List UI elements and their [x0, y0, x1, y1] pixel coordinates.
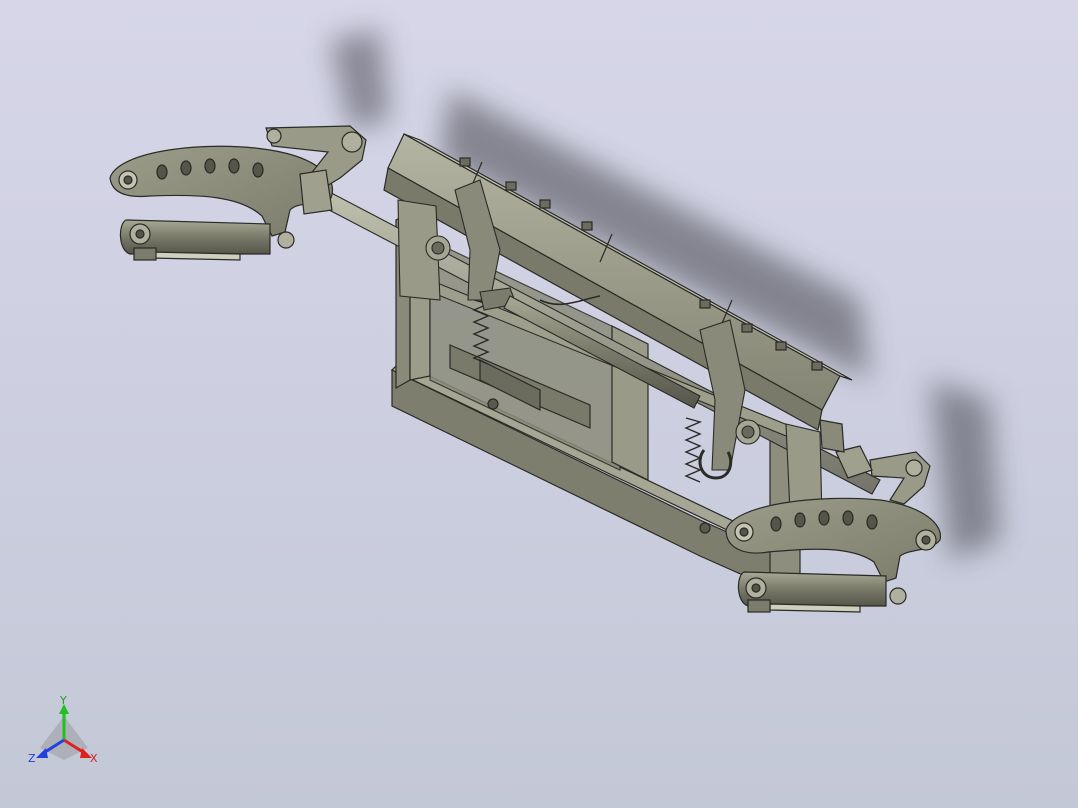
z-axis-label: Z [28, 752, 36, 765]
z-axis-arrowhead [36, 748, 48, 758]
x-axis-label: X [90, 752, 98, 765]
left-arm[interactable] [109, 125, 367, 261]
y-axis-label: Y [59, 694, 67, 707]
right-arm[interactable] [725, 419, 942, 613]
cad-assembly-model[interactable] [0, 0, 1078, 808]
graphics-viewport[interactable]: Y X Z [0, 0, 1078, 808]
reference-triad: Y X Z [28, 694, 98, 765]
